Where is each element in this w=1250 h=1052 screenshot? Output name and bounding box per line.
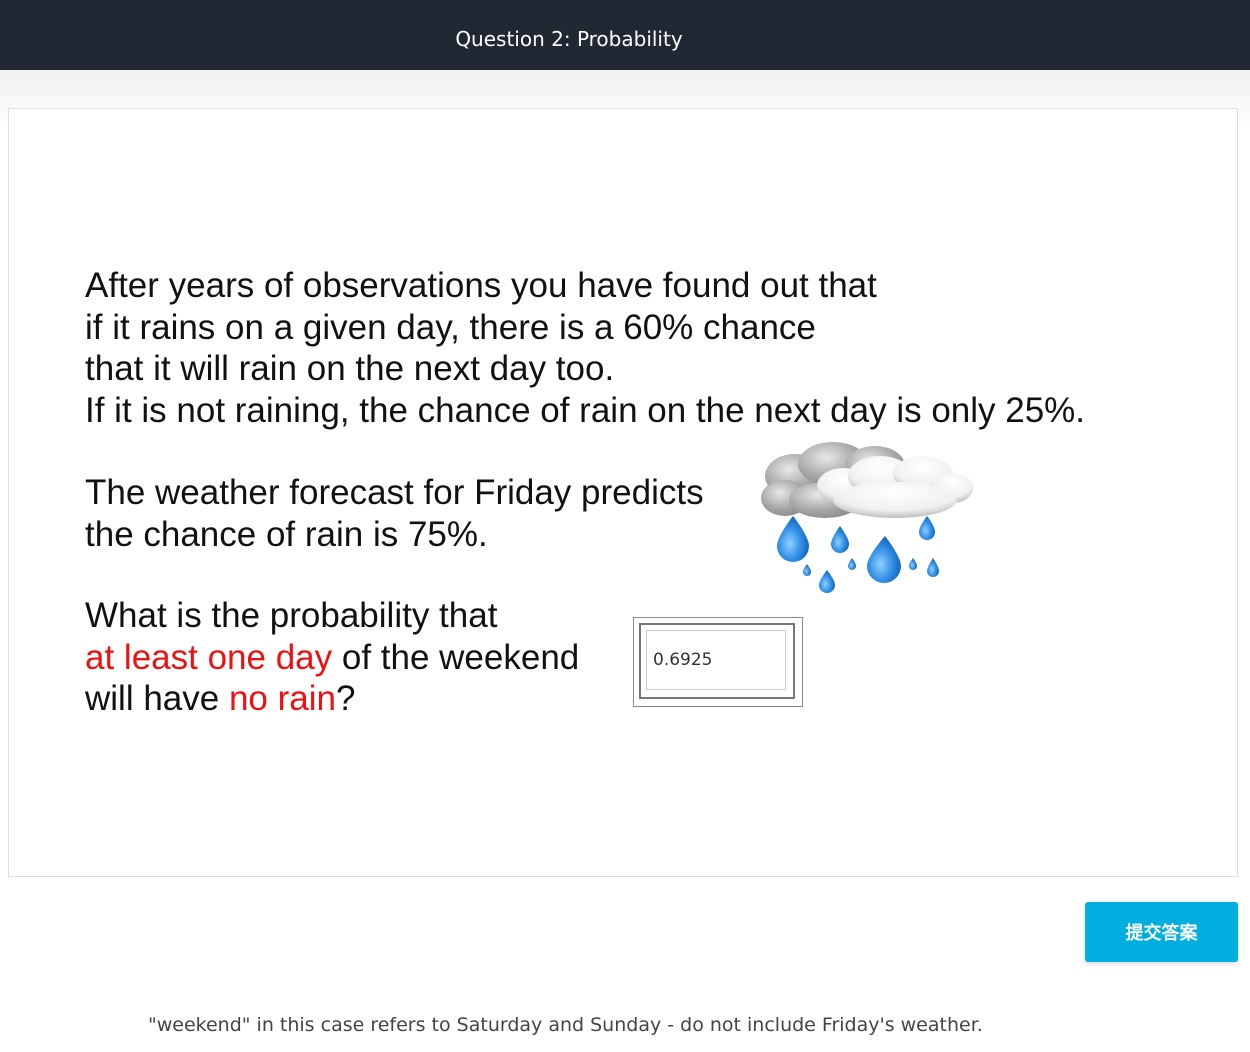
question-line: if it rains on a given day, there is a 6… xyxy=(85,307,816,347)
answer-inner-frame xyxy=(639,623,795,699)
question-line: After years of observations you have fou… xyxy=(85,266,877,305)
hint-text: "weekend" in this case refers to Saturda… xyxy=(148,1014,983,1036)
highlight-at-least-one-day: at least one day xyxy=(85,637,333,677)
question-line: the chance of rain is 75%. xyxy=(85,514,488,554)
question-paragraph-1: After years of observations you have fou… xyxy=(85,265,1085,431)
rain-cloud-icon xyxy=(761,442,973,593)
question-paragraph-3: What is the probability that at least on… xyxy=(85,595,579,720)
question-text: will have xyxy=(85,679,229,718)
answer-frame xyxy=(633,617,803,707)
highlight-no-rain: no rain xyxy=(228,679,336,718)
question-paragraph-2: The weather forecast for Friday predicts… xyxy=(85,472,704,555)
answer-input[interactable] xyxy=(646,630,786,690)
page-title: Question 2: Probability xyxy=(455,27,683,51)
question-line: that it will rain on the next day too. xyxy=(85,349,615,388)
question-line: If it is not raining, the chance of rain… xyxy=(85,390,1086,430)
question-line: The weather forecast for Friday predicts xyxy=(85,473,704,512)
question-line: at least one day of the weekend xyxy=(85,637,579,679)
question-line: will have no rain? xyxy=(85,678,579,720)
top-bar: Question 2: Probability xyxy=(0,0,1250,70)
question-line: What is the probability that xyxy=(85,596,498,635)
submit-answer-button[interactable]: 提交答案 xyxy=(1085,902,1238,962)
question-text: ? xyxy=(335,679,356,718)
question-text: of the weekend xyxy=(332,637,580,677)
